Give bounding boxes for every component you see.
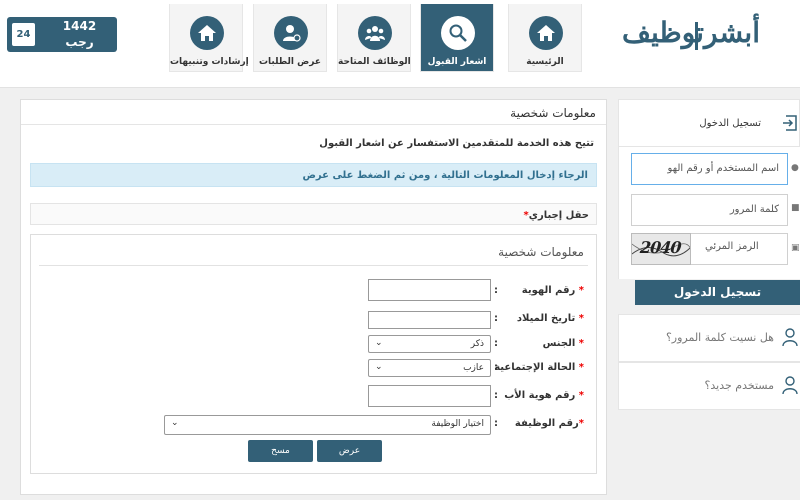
marital-status-selected: عازب	[463, 363, 484, 373]
marital-status-select[interactable]: عازب ⌄	[368, 359, 491, 377]
divider	[21, 124, 606, 125]
user-icon: ●	[791, 163, 799, 173]
username-input[interactable]: اسم المستخدم أو رقم الهو	[631, 153, 788, 185]
nav-tab-label: الرئيسية	[526, 57, 564, 67]
username-placeholder: اسم المستخدم أو رقم الهو	[667, 163, 779, 174]
fieldset-title: معلومات شخصية	[498, 245, 584, 259]
colon: :	[494, 362, 498, 373]
panel-title: معلومات شخصية	[510, 106, 596, 120]
info-alert: الرجاء إدخال المعلومات التالية ، ومن ثم …	[30, 163, 597, 187]
info-message: الرجاء إدخال المعلومات التالية ، ومن ثم …	[302, 170, 588, 181]
login-header: تسجيل الدخول	[618, 99, 800, 147]
nav-tab-guidelines[interactable]: إرشادات وتنبيهات	[169, 4, 249, 72]
job-number-label: رقم الوظيفة*	[514, 418, 584, 429]
user-outline-icon	[782, 328, 798, 347]
divider	[39, 265, 588, 266]
chevron-down-icon: ⌄	[375, 338, 383, 348]
father-id-input[interactable]	[368, 385, 491, 407]
password-placeholder: كلمة المرور	[729, 204, 779, 215]
nav-tab-label: إرشادات وتنبيهات	[170, 57, 249, 67]
forgot-password-link[interactable]: هل نسيت كلمة المرور؟	[618, 314, 800, 362]
chevron-down-icon: ⌄	[171, 418, 179, 428]
id-number-label: رقم الهوية *	[521, 285, 584, 296]
home-icon	[190, 16, 224, 50]
logo-divider	[695, 22, 698, 50]
home-icon	[529, 16, 563, 50]
login-button[interactable]: تسجيل الدخول	[635, 280, 800, 305]
captcha-text: 2040	[637, 238, 684, 257]
marital-status-label: الحالة الإجتماعية *	[494, 362, 584, 373]
password-input[interactable]: كلمة المرور	[631, 194, 788, 226]
user-list-icon	[274, 16, 308, 50]
captcha-image: 2040	[631, 233, 691, 265]
personal-info-panel: معلومات شخصية تتيح هذه الخدمة للمتقدمين …	[20, 99, 607, 495]
nav-tab-label: اشعار القبول	[427, 57, 487, 67]
nav-tab-label: عرض الطلبات	[259, 57, 321, 67]
view-button[interactable]: عرض	[317, 440, 382, 462]
absher-tawzef-logo[interactable]: توظيف أبشر	[622, 12, 772, 60]
login-icon	[783, 115, 797, 131]
captcha-label: الرمز المرئي	[705, 241, 759, 252]
nav-tab-label: الوظائف المتاحة	[338, 57, 411, 67]
nav-tab-acceptance-notice[interactable]: اشعار القبول	[420, 4, 494, 72]
job-number-selected: اختيار الوظيفة	[431, 419, 484, 429]
login-title: تسجيل الدخول	[699, 118, 761, 129]
user-outline-icon	[782, 376, 798, 395]
lock-icon: ■	[791, 203, 800, 213]
service-description: تتيح هذه الخدمة للمتقدمين الاستفسار عن ا…	[319, 138, 594, 149]
login-sidebar: تسجيل الدخول اسم المستخدم أو رقم الهو ● …	[618, 99, 800, 500]
gender-selected: ذكر	[470, 339, 484, 349]
login-form: اسم المستخدم أو رقم الهو ● كلمة المرور ■…	[618, 147, 800, 279]
forgot-password-text: هل نسيت كلمة المرور؟	[665, 331, 774, 344]
colon: :	[494, 390, 498, 401]
chevron-down-icon: ⌄	[375, 362, 383, 372]
id-number-input[interactable]	[368, 279, 491, 301]
logo-brand-left: أبشر	[704, 16, 760, 49]
colon: :	[494, 285, 498, 296]
nav-tab-available-jobs[interactable]: الوظائف المتاحة	[337, 4, 411, 72]
birth-date-label: تاريخ الميلاد *	[516, 313, 584, 324]
new-user-text: مستخدم جديد؟	[704, 379, 774, 392]
date-year: 1442	[62, 19, 97, 33]
gender-label: الجنس *	[542, 338, 584, 349]
group-icon	[358, 16, 392, 50]
date-month: رجب	[65, 35, 94, 49]
magnifier-icon	[441, 16, 475, 50]
nav-tab-home[interactable]: الرئيسية	[508, 4, 582, 72]
image-icon: ▣	[791, 243, 800, 253]
hijri-date-box: 24 1442 رجب	[7, 17, 117, 52]
colon: :	[494, 313, 498, 324]
required-note: *حقل إجباري	[523, 210, 589, 221]
nav-tab-view-requests[interactable]: عرض الطلبات	[253, 4, 327, 72]
gender-select[interactable]: ذكر ⌄	[368, 335, 491, 353]
job-number-select[interactable]: اختيار الوظيفة ⌄	[164, 415, 491, 435]
required-note-bar: *حقل إجباري	[30, 203, 597, 225]
personal-info-fieldset: معلومات شخصية رقم الهوية * : تاريخ الميل…	[30, 234, 597, 474]
colon: :	[494, 418, 498, 429]
birth-date-input[interactable]	[368, 311, 491, 329]
father-id-label: رقم هوية الأب *	[504, 390, 584, 401]
logo-brand-right: توظيف	[622, 16, 704, 49]
new-user-link[interactable]: مستخدم جديد؟	[618, 362, 800, 410]
site-header: 24 1442 رجب إرشادات وتنبيهات عرض الطلبات…	[0, 0, 800, 88]
clear-button[interactable]: مسح	[248, 440, 313, 462]
date-day: 24	[12, 23, 35, 46]
colon: :	[494, 338, 498, 349]
